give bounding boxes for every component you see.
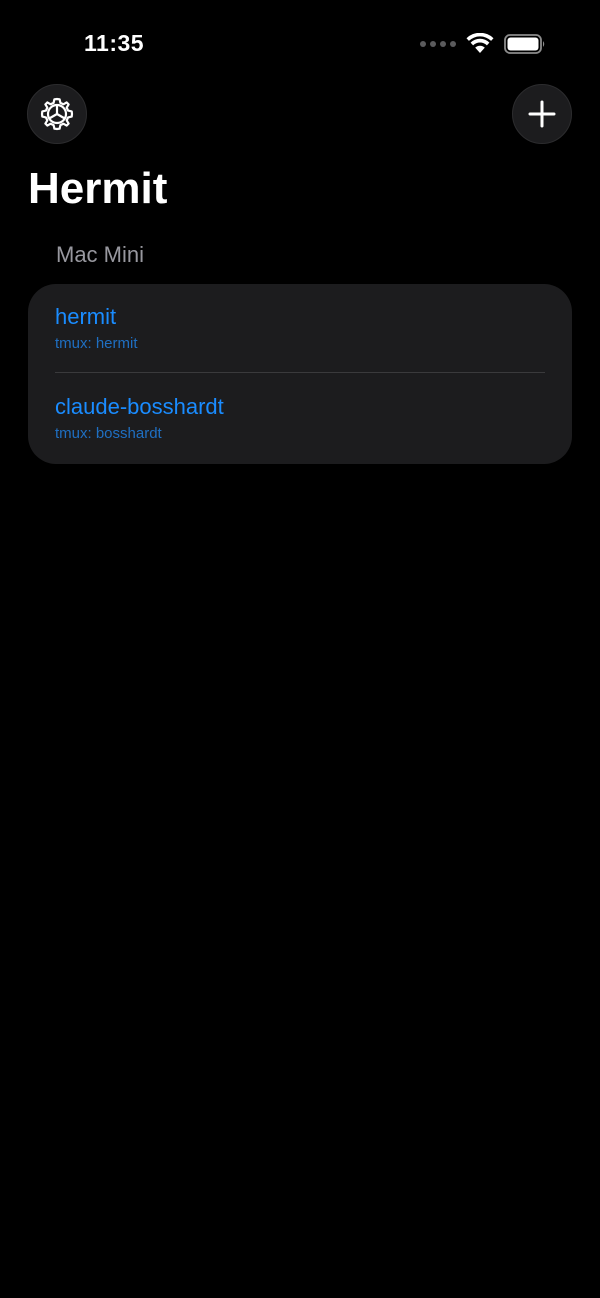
divider	[55, 372, 545, 373]
cellular-signal-icon	[420, 40, 456, 47]
settings-button[interactable]	[27, 84, 87, 144]
session-list: hermit tmux: hermit claude-bosshardt tmu…	[28, 284, 572, 464]
session-item-hermit[interactable]: hermit tmux: hermit	[28, 284, 572, 374]
session-item-claude-bosshardt[interactable]: claude-bosshardt tmux: bosshardt	[28, 374, 572, 464]
wifi-icon	[466, 33, 494, 53]
gear-icon	[40, 97, 74, 131]
page-title: Hermit	[28, 164, 168, 213]
session-subtitle: tmux: bosshardt	[55, 425, 162, 442]
session-title: hermit	[55, 304, 117, 329]
status-icons	[420, 33, 546, 54]
battery-icon	[504, 33, 545, 54]
add-button[interactable]	[512, 84, 572, 144]
status-bar: 11:35	[0, 0, 600, 88]
status-time: 11:35	[84, 30, 145, 56]
session-title: claude-bosshardt	[55, 394, 224, 419]
plus-icon	[528, 100, 556, 128]
session-subtitle: tmux: hermit	[55, 335, 138, 352]
section-header-mac-mini: Mac Mini	[56, 242, 145, 267]
